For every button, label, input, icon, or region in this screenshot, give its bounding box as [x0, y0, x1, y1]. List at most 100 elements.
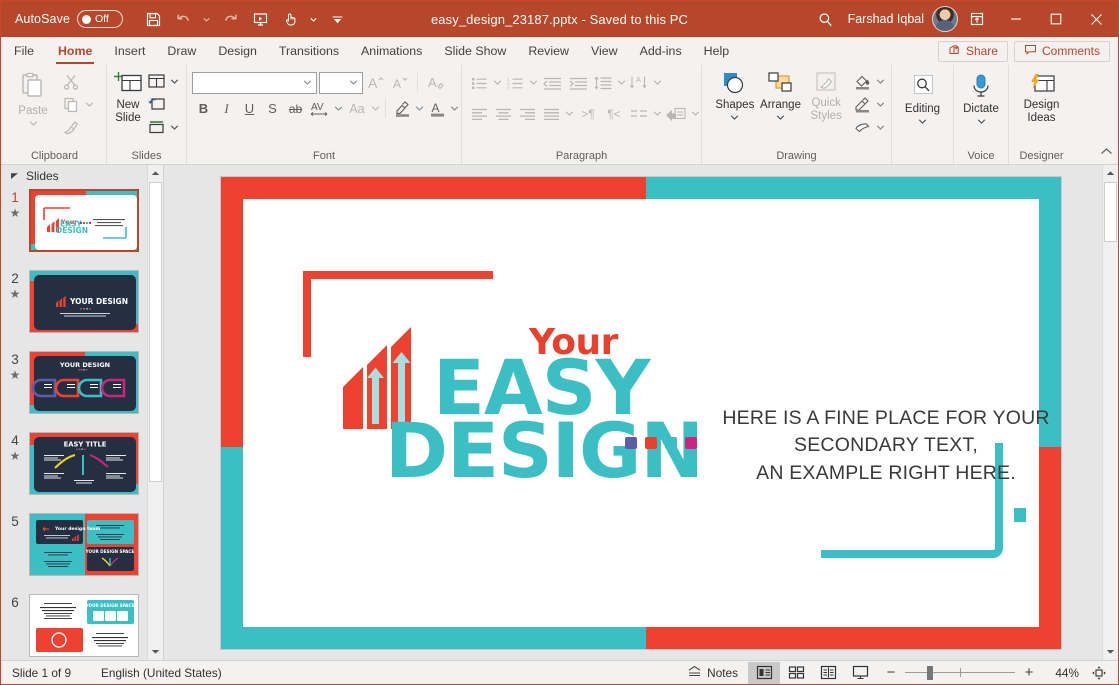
- tab-file[interactable]: File: [1, 37, 47, 65]
- reset-button[interactable]: [144, 93, 168, 116]
- decrease-indent-button[interactable]: [539, 71, 565, 94]
- dictate-caret-icon[interactable]: [977, 116, 986, 129]
- paste-caret-icon[interactable]: [29, 118, 38, 131]
- slide-logo-and-title[interactable]: Your EASY DESIGN: [341, 325, 703, 484]
- autosave-control[interactable]: AutoSave Off: [15, 10, 123, 28]
- layout-button[interactable]: [144, 70, 168, 93]
- thumbnail-slide-4[interactable]: 4 ★ EASY TITLE: [1, 432, 163, 504]
- arrange-button[interactable]: Arrange: [758, 69, 804, 125]
- save-icon[interactable]: [139, 5, 167, 33]
- decrease-font-size-icon[interactable]: A: [389, 71, 411, 94]
- section-button[interactable]: [144, 116, 168, 139]
- thumbnail-scroll-track[interactable]: [148, 182, 163, 643]
- thumbnail-scrollbar[interactable]: [147, 165, 163, 660]
- editing-caret-icon[interactable]: [918, 116, 927, 129]
- tab-design[interactable]: Design: [207, 37, 268, 65]
- character-spacing-button[interactable]: AV: [307, 97, 333, 120]
- maximize-button[interactable]: [1036, 2, 1076, 36]
- clear-formatting-icon[interactable]: A: [424, 71, 448, 94]
- copy-caret-icon[interactable]: [83, 93, 96, 116]
- align-caret-icon[interactable]: [563, 102, 575, 125]
- thumbnail-scroll-thumb[interactable]: [149, 182, 162, 482]
- right-to-left-button[interactable]: ¶<: [601, 102, 627, 125]
- undo-icon[interactable]: [169, 5, 197, 33]
- format-painter-button[interactable]: [59, 116, 83, 139]
- numbering-caret-icon[interactable]: [527, 71, 539, 94]
- user-name-label[interactable]: Farshad Iqbal: [848, 12, 924, 26]
- normal-view-button[interactable]: [748, 662, 780, 684]
- fit-slide-to-window-button[interactable]: [1086, 665, 1112, 681]
- tab-insert[interactable]: Insert: [103, 37, 156, 65]
- numbering-button[interactable]: 123: [503, 71, 527, 94]
- thumbnail-slide-2[interactable]: 2 ★ YOUR DESIGN: [1, 270, 163, 342]
- zoom-level-label[interactable]: 44%: [1043, 666, 1079, 680]
- stage-scroll-up-icon[interactable]: [1103, 165, 1118, 182]
- character-spacing-caret-icon[interactable]: [333, 97, 344, 120]
- slide-canvas[interactable]: Your EASY DESIGN HERE IS A FINE PLACE FO: [221, 177, 1061, 649]
- change-case-caret-icon[interactable]: [370, 97, 381, 120]
- font-color-caret-icon[interactable]: [449, 97, 460, 120]
- paste-button[interactable]: Paste: [9, 69, 57, 131]
- stage-scroll-thumb[interactable]: [1104, 182, 1117, 242]
- autosave-toggle[interactable]: Off: [77, 10, 123, 28]
- thumbnail-slide-3[interactable]: 3 ★ YOUR DESIGN: [1, 351, 163, 423]
- shape-outline-button[interactable]: [850, 93, 874, 116]
- shape-fill-button[interactable]: [850, 70, 874, 93]
- tab-home[interactable]: Home: [47, 37, 103, 65]
- minimize-button[interactable]: [996, 2, 1036, 36]
- bullets-caret-icon[interactable]: [491, 71, 503, 94]
- redo-icon[interactable]: [216, 5, 244, 33]
- copy-button[interactable]: [59, 93, 83, 116]
- slide-sorter-view-button[interactable]: [780, 662, 812, 684]
- zoom-slider[interactable]: [905, 666, 1015, 680]
- line-spacing-button[interactable]: [591, 71, 615, 94]
- tab-animations[interactable]: Animations: [350, 37, 433, 65]
- left-to-right-button[interactable]: >¶: [575, 102, 601, 125]
- slide-count-label[interactable]: Slide 1 of 9: [12, 666, 71, 680]
- shapes-caret-icon[interactable]: [730, 112, 739, 125]
- tab-draw[interactable]: Draw: [156, 37, 207, 65]
- stage-scroll-down-icon[interactable]: [1103, 643, 1118, 660]
- font-name-caret-icon[interactable]: [303, 77, 312, 89]
- font-name-input[interactable]: [192, 72, 317, 94]
- text-highlight-color-button[interactable]: [390, 97, 414, 120]
- font-color-button[interactable]: A: [425, 97, 449, 120]
- scroll-up-icon[interactable]: [148, 165, 163, 182]
- shape-effects-button[interactable]: [850, 116, 874, 139]
- slide-show-view-button[interactable]: [844, 662, 876, 684]
- layout-caret-icon[interactable]: [168, 70, 181, 93]
- zoom-out-button[interactable]: −: [884, 664, 898, 681]
- search-icon[interactable]: [804, 4, 848, 34]
- center-button[interactable]: [491, 102, 515, 125]
- language-label[interactable]: English (United States): [101, 666, 222, 680]
- align-right-button[interactable]: [515, 102, 539, 125]
- share-button[interactable]: Share: [938, 41, 1008, 62]
- notes-button[interactable]: Notes: [677, 662, 748, 684]
- section-caret-icon[interactable]: [168, 116, 181, 139]
- close-button[interactable]: [1076, 2, 1116, 36]
- cut-button[interactable]: [59, 70, 83, 93]
- design-ideas-button[interactable]: Design Ideas: [1014, 71, 1069, 125]
- zoom-in-button[interactable]: +: [1022, 664, 1036, 681]
- shape-outline-caret-icon[interactable]: [874, 93, 886, 116]
- change-case-button[interactable]: Aa: [344, 97, 370, 120]
- italic-button[interactable]: I: [215, 97, 238, 120]
- smartart-caret-icon[interactable]: [689, 102, 701, 125]
- reading-view-button[interactable]: [812, 662, 844, 684]
- underline-button[interactable]: U: [238, 97, 261, 120]
- undo-dropdown-caret-icon[interactable]: [199, 5, 214, 33]
- tab-add-ins[interactable]: Add-ins: [629, 37, 693, 65]
- shape-fill-caret-icon[interactable]: [874, 70, 886, 93]
- tab-transitions[interactable]: Transitions: [268, 37, 350, 65]
- tab-slide-show[interactable]: Slide Show: [433, 37, 517, 65]
- touch-dropdown-caret-icon[interactable]: [306, 5, 321, 33]
- columns-caret-icon[interactable]: [651, 102, 663, 125]
- comments-button[interactable]: Comments: [1014, 41, 1110, 62]
- collapse-ribbon-caret-icon[interactable]: [1100, 143, 1113, 161]
- new-slide-button[interactable]: New Slide: [112, 69, 144, 125]
- thumbnail-slide-5[interactable]: 5 Your design team: [1, 513, 163, 585]
- slide-stage-scrollbar[interactable]: [1102, 165, 1118, 660]
- customize-quick-access-icon[interactable]: [323, 5, 351, 33]
- line-spacing-caret-icon[interactable]: [615, 71, 627, 94]
- highlight-caret-icon[interactable]: [414, 97, 425, 120]
